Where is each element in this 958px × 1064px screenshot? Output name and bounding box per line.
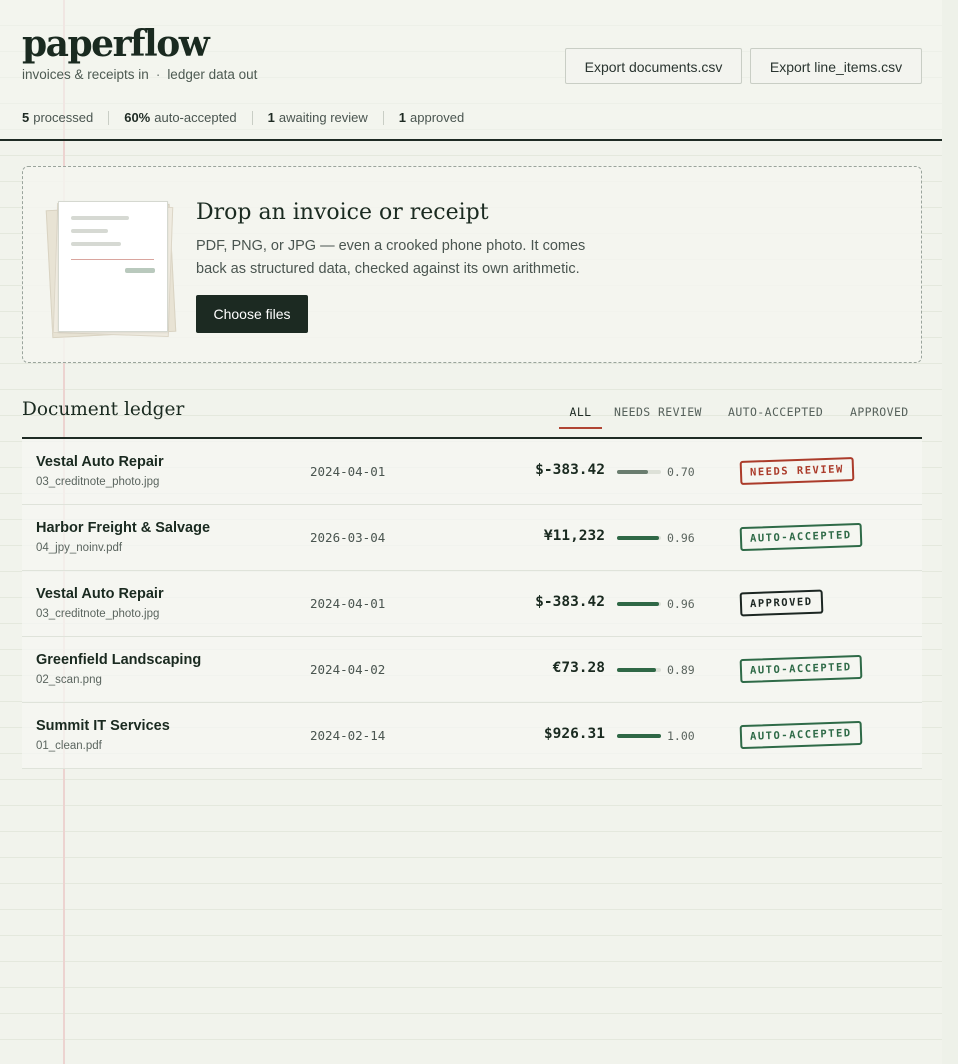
row-date: 2024-02-14 [310, 728, 386, 743]
row-amount: $-383.42 [535, 594, 605, 610]
app-tagline: invoices & receipts in · ledger data out [22, 67, 257, 82]
paper-sheet-front [58, 201, 168, 332]
confidence-bar [617, 602, 661, 606]
dropzone-description: PDF, PNG, or JPG — even a crooked phone … [196, 238, 586, 277]
row-vendor: Vestal Auto Repair [36, 454, 164, 470]
status-stamp: AUTO-ACCEPTED [739, 720, 863, 750]
row-filename: 02_scan.png [36, 674, 102, 686]
confidence-bar-fill [617, 602, 660, 606]
row-date: 2024-04-01 [310, 596, 386, 611]
stat-awaiting-review: 1 awaiting review [268, 110, 368, 125]
confidence-bar [617, 668, 661, 672]
confidence-bar-fill [617, 536, 660, 540]
confidence-value: 1.00 [667, 729, 695, 743]
stat-processed-count: 5 [22, 110, 30, 125]
confidence-value: 0.70 [667, 465, 695, 479]
stat-auto-accepted: 60% auto-accepted [124, 110, 236, 125]
stat-divider [108, 110, 110, 125]
confidence-bar-fill [617, 734, 661, 738]
row-filename: 04_jpy_noinv.pdf [36, 542, 123, 554]
export-documents-button[interactable]: Export documents.csv [565, 48, 742, 84]
choose-files-button[interactable]: Choose files [196, 295, 308, 333]
status-stamp: APPROVED [739, 589, 823, 617]
stat-approved-label: approved [410, 110, 465, 125]
confidence-bar-fill [617, 668, 657, 672]
stat-awaiting-review-label: awaiting review [278, 110, 368, 125]
table-row[interactable]: Summit IT Services 01_clean.pdf 2024-02-… [22, 703, 922, 769]
confidence-value: 0.96 [667, 597, 695, 611]
confidence-bar [617, 536, 661, 540]
status-stamp: NEEDS REVIEW [739, 457, 855, 485]
ledger-title: Document ledger [22, 399, 185, 420]
paper-text-line [71, 229, 108, 233]
row-date: 2024-04-02 [310, 662, 386, 677]
stat-divider [251, 110, 253, 125]
app-root: paperflow invoices & receipts in · ledger … [0, 0, 942, 1064]
table-row[interactable]: Harbor Freight & Salvage 04_jpy_noinv.pd… [22, 505, 922, 571]
stat-auto-accepted-pct: 60% [124, 110, 151, 125]
export-line-items-button[interactable]: Export line_items.csv [750, 48, 922, 84]
row-filename: 03_creditnote_photo.jpg [36, 608, 160, 620]
table-row[interactable]: Greenfield Landscaping 02_scan.png 2024-… [22, 637, 922, 703]
stat-divider [382, 110, 384, 125]
tab-needs-review[interactable]: NEEDS REVIEW [614, 405, 702, 427]
tagline-separator: · [155, 67, 161, 82]
table-row[interactable]: Vestal Auto Repair 03_creditnote_photo.j… [22, 439, 922, 505]
row-amount: ¥11,232 [543, 528, 605, 544]
row-date: 2024-04-01 [310, 464, 386, 479]
row-vendor: Greenfield Landscaping [36, 652, 202, 668]
row-amount: €73.28 [552, 660, 605, 676]
row-date: 2026-03-04 [310, 530, 386, 545]
stat-auto-accepted-label: auto-accepted [154, 110, 237, 125]
tagline-input-text: invoices & receipts in [22, 67, 149, 82]
status-stamp: AUTO-ACCEPTED [739, 654, 863, 684]
confidence-bar-fill [617, 470, 648, 474]
paper-total-rule [71, 259, 154, 260]
document-stack-illustration [45, 201, 179, 341]
row-amount: $-383.42 [535, 462, 605, 478]
row-vendor: Harbor Freight & Salvage [36, 520, 211, 536]
confidence-bar [617, 734, 661, 738]
tab-all[interactable]: ALL [559, 405, 602, 429]
row-vendor: Summit IT Services [36, 718, 170, 734]
stat-awaiting-review-count: 1 [267, 110, 275, 125]
tagline-output-text: ledger data out [167, 67, 258, 82]
dropzone-title: Drop an invoice or receipt [196, 200, 489, 225]
table-row[interactable]: Vestal Auto Repair 03_creditnote_photo.j… [22, 571, 922, 637]
tab-approved[interactable]: APPROVED [850, 405, 909, 427]
row-vendor: Vestal Auto Repair [36, 586, 164, 602]
stat-processed-label: processed [33, 110, 94, 125]
app-logo: paperflow [22, 23, 210, 65]
confidence-bar [617, 470, 661, 474]
file-dropzone[interactable]: Drop an invoice or receipt PDF, PNG, or … [22, 166, 922, 363]
stat-approved: 1 approved [399, 110, 464, 125]
tab-auto-accepted[interactable]: AUTO-ACCEPTED [728, 405, 823, 427]
paper-total-line [125, 268, 155, 273]
row-filename: 03_creditnote_photo.jpg [36, 476, 160, 488]
confidence-value: 0.96 [667, 531, 695, 545]
row-filename: 01_clean.pdf [36, 740, 102, 752]
app-header: paperflow invoices & receipts in · ledger … [0, 0, 942, 141]
confidence-value: 0.89 [667, 663, 695, 677]
status-stamp: AUTO-ACCEPTED [739, 522, 863, 552]
paper-text-line [71, 242, 121, 246]
paper-text-line [71, 216, 129, 220]
row-amount: $926.31 [543, 726, 605, 742]
page-edge [942, 0, 958, 1064]
stat-processed: 5 processed [22, 110, 93, 125]
stats-bar: 5 processed 60% auto-accepted 1 awaiting re… [22, 110, 464, 125]
stat-approved-count: 1 [398, 110, 406, 125]
